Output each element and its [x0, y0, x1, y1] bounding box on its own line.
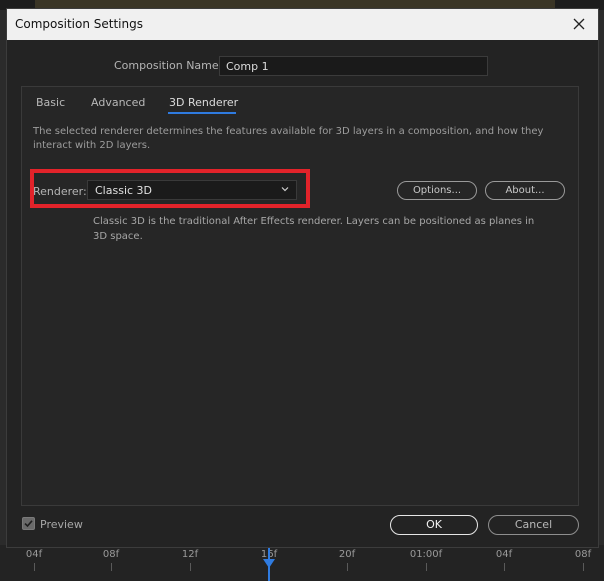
ok-button[interactable]: OK	[390, 515, 478, 535]
timeline-tick	[583, 563, 584, 571]
settings-panel: Basic Advanced 3D Renderer The selected …	[21, 86, 579, 506]
timeline-tick-label: 04f	[25, 549, 43, 560]
timeline-tick	[426, 563, 427, 571]
composition-settings-dialog: Composition Settings Composition Name: B…	[6, 8, 599, 548]
cancel-button[interactable]: Cancel	[488, 515, 579, 535]
timeline-tick-label: 12f	[181, 549, 199, 560]
checkmark-icon	[24, 520, 33, 528]
preview-label[interactable]: Preview	[40, 518, 83, 531]
timeline-tick	[190, 563, 191, 571]
dialog-title: Composition Settings	[15, 17, 143, 31]
about-button[interactable]: About...	[485, 181, 565, 200]
renderer-description: Classic 3D is the traditional After Effe…	[93, 216, 535, 242]
dialog-titlebar[interactable]: Composition Settings	[7, 9, 598, 40]
timeline-tick-label: 04f	[495, 549, 513, 560]
preview-checkbox[interactable]	[22, 517, 35, 530]
timeline-tick-label: 08f	[102, 549, 120, 560]
timeline-tick	[111, 563, 112, 571]
tab-advanced[interactable]: Advanced	[91, 96, 145, 109]
renderer-tab-description: The selected renderer determines the fea…	[33, 126, 544, 151]
timeline-ruler[interactable]: 04f 08f 12f 16f 20f 01:00f 04f 08f	[0, 545, 604, 581]
composition-name-input[interactable]	[219, 56, 488, 76]
timeline-tick	[347, 563, 348, 571]
tab-basic[interactable]: Basic	[36, 96, 65, 109]
active-tab-indicator	[168, 112, 236, 114]
close-icon	[573, 18, 585, 30]
composition-name-label: Composition Name:	[114, 59, 223, 72]
chevron-down-icon	[281, 187, 289, 192]
options-button[interactable]: Options...	[397, 181, 477, 200]
close-button[interactable]	[572, 17, 586, 31]
timeline-tick-label: 08f	[574, 549, 592, 560]
timeline-tick	[34, 563, 35, 571]
renderer-selected-value: Classic 3D	[95, 184, 153, 197]
tab-3d-renderer[interactable]: 3D Renderer	[169, 96, 238, 109]
timeline-tick-label: 20f	[338, 549, 356, 560]
renderer-label: Renderer:	[33, 185, 87, 198]
timeline-tick-label: 01:00f	[409, 549, 443, 560]
playhead-handle-icon[interactable]	[263, 559, 275, 568]
renderer-dropdown[interactable]: Classic 3D	[87, 180, 297, 200]
timeline-tick	[504, 563, 505, 571]
